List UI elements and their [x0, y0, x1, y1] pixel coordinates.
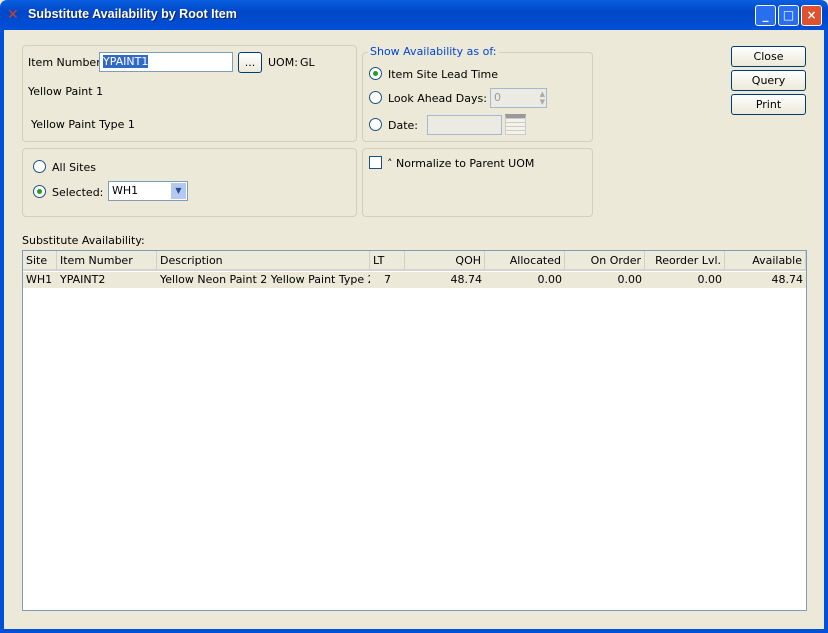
- table-cell: YPAINT2: [57, 272, 157, 288]
- app-logo-icon: ✕: [7, 7, 19, 23]
- title-bar: ✕ Substitute Availability by Root Item _…: [0, 0, 828, 30]
- calendar-icon[interactable]: [505, 114, 526, 135]
- lead-time-label: Item Site Lead Time: [388, 68, 498, 81]
- date-radio[interactable]: [369, 118, 382, 131]
- item-description-1: Yellow Paint 1: [28, 85, 104, 98]
- selected-site-label: Selected:: [52, 186, 104, 199]
- table-cell: 0.00: [565, 272, 645, 288]
- table-row[interactable]: WH1 YPAINT2 Yellow Neon Paint 2 Yellow Pai…: [23, 251, 806, 288]
- required-marker-icon: ˄: [387, 157, 393, 170]
- table-cell: 48.74: [725, 272, 806, 288]
- date-input[interactable]: [427, 115, 502, 135]
- maximize-button[interactable]: □: [778, 5, 799, 26]
- print-button[interactable]: Print: [731, 94, 806, 115]
- table-cell: 0.00: [485, 272, 565, 288]
- uom-value: GL: [300, 56, 315, 69]
- selected-site-radio[interactable]: [33, 185, 46, 198]
- substitute-availability-table[interactable]: Site Item Number Description LT QOH Allocated…: [22, 250, 807, 611]
- date-label: Date:: [388, 119, 418, 132]
- site-select-value: WH1: [112, 184, 139, 197]
- table-cell: Yellow Neon Paint 2 Yellow Paint Type 2: [157, 272, 375, 288]
- chevron-down-icon[interactable]: ▼: [171, 183, 186, 199]
- look-ahead-days-value: 0: [494, 91, 501, 104]
- item-number-label: Item Number:: [28, 56, 105, 69]
- window-title: Substitute Availability by Root Item: [28, 7, 237, 21]
- look-ahead-radio[interactable]: [369, 91, 382, 104]
- minimize-button[interactable]: _: [755, 5, 776, 26]
- spinner-icon[interactable]: ▲ ▼: [540, 90, 545, 106]
- query-button[interactable]: Query: [731, 70, 806, 91]
- look-ahead-label: Look Ahead Days:: [388, 92, 487, 105]
- item-lookup-button[interactable]: ...: [238, 52, 262, 73]
- item-number-input[interactable]: YPAINT1: [99, 52, 233, 72]
- item-number-value: YPAINT1: [103, 55, 149, 68]
- all-sites-radio[interactable]: [33, 160, 46, 173]
- substitute-list-label: Substitute Availability:: [22, 234, 145, 247]
- item-description-2: Yellow Paint Type 1: [31, 118, 135, 131]
- close-button[interactable]: Close: [731, 46, 806, 67]
- table-cell: 0.00: [645, 272, 725, 288]
- table-cell: WH1: [23, 272, 57, 288]
- normalize-label: Normalize to Parent UOM: [396, 157, 535, 170]
- site-select[interactable]: WH1 ▼: [108, 181, 188, 201]
- all-sites-label: All Sites: [52, 161, 96, 174]
- look-ahead-days-input[interactable]: 0 ▲ ▼: [490, 88, 547, 108]
- lead-time-radio[interactable]: [369, 67, 382, 80]
- table-cell: 48.74: [405, 272, 485, 288]
- sites-group: [22, 148, 357, 217]
- availability-legend: Show Availability as of:: [368, 45, 499, 58]
- table-cell: 7: [370, 272, 405, 288]
- uom-label: UOM:: [268, 56, 298, 69]
- normalize-checkbox[interactable]: [369, 156, 382, 169]
- close-window-button[interactable]: ×: [801, 5, 822, 26]
